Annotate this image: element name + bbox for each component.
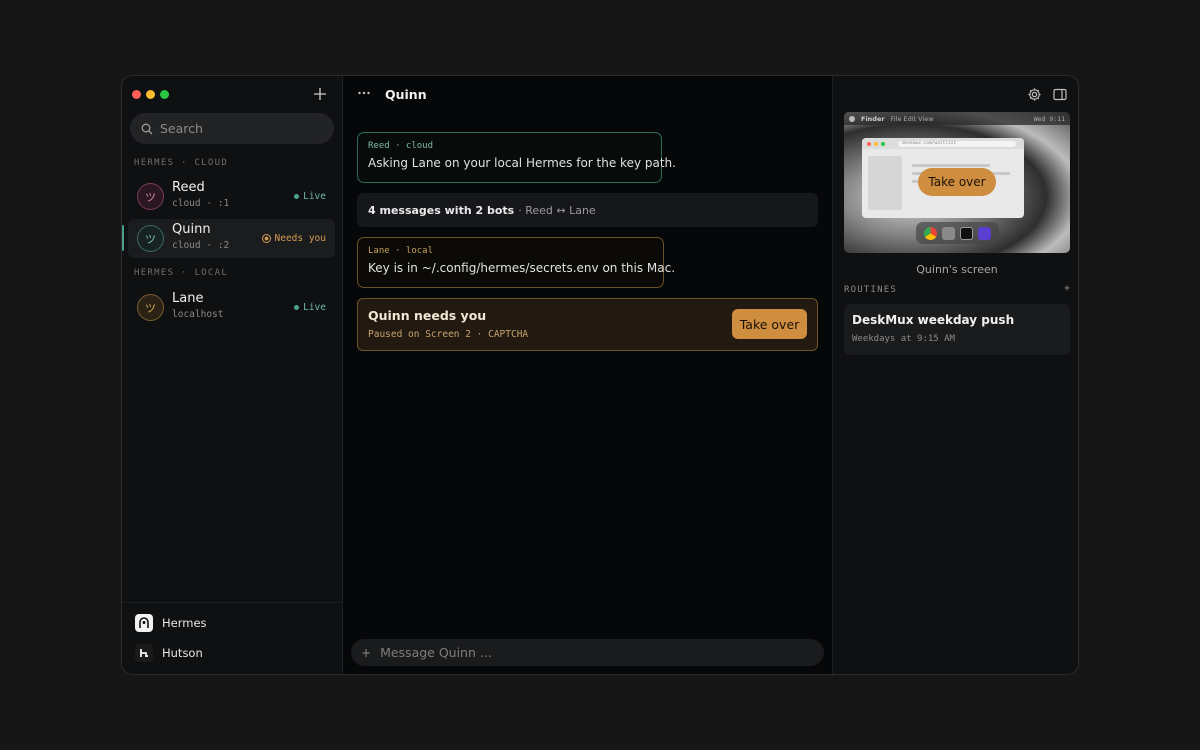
sidebar-item-reed[interactable]: ツ Reed cloud · :1 Live: [128, 177, 335, 216]
add-routine-button[interactable]: +: [1064, 283, 1070, 294]
page-title: Quinn: [385, 87, 427, 102]
routine-item[interactable]: DeskMux weekday push Weekdays at 9:15 AM: [844, 304, 1070, 355]
menubar-clock: Wed 9:11: [1033, 114, 1065, 123]
needs-attention-icon: [261, 234, 271, 243]
workspace-hermes[interactable]: Hermes: [135, 614, 207, 632]
dock-chrome-icon: [924, 226, 937, 240]
sidebar-footer: Hermes Hutson: [122, 602, 342, 674]
screen-dock: [916, 222, 999, 244]
menubar-app: Finder: [861, 114, 885, 123]
live-dot-icon: [294, 194, 300, 199]
hutson-logo-icon: [135, 644, 153, 662]
app-window: Search HERMES · CLOUD ツ Reed cloud · :1 …: [121, 75, 1079, 675]
alert-subtitle: Paused on Screen 2 · CAPTCHA: [368, 329, 529, 340]
take-over-button[interactable]: Take over: [732, 309, 807, 339]
live-dot-icon: [294, 305, 300, 310]
bot-name: Lane: [172, 291, 204, 306]
screen-menubar: Finder File Edit View Wed 9:11: [844, 112, 1070, 125]
selection-indicator: [122, 225, 124, 251]
dock-terminal-icon: [960, 226, 973, 240]
menubar-menus: File Edit View: [890, 114, 934, 123]
status-label: Live: [303, 191, 326, 202]
chat-header: Quinn: [343, 76, 832, 112]
section-title-local: HERMES · LOCAL: [134, 268, 229, 278]
workspace-label: Hutson: [162, 646, 203, 660]
dock-app-icon: [942, 226, 955, 240]
avatar: ツ: [137, 225, 164, 252]
screen-caption: Quinn's screen: [916, 263, 998, 276]
message-text: Key is in ~/.config/hermes/secrets.env o…: [368, 261, 676, 275]
screen-take-over-button[interactable]: Take over: [918, 168, 996, 196]
chat-pane: Quinn Reed · cloud Asking Lane on your l…: [343, 76, 832, 674]
status-badge: Live: [294, 302, 326, 313]
search-placeholder: Search: [160, 121, 203, 136]
sidebar-item-lane[interactable]: ツ Lane localhost Live: [128, 288, 335, 327]
bot-subtitle: localhost: [172, 309, 224, 320]
gear-icon[interactable]: [1027, 87, 1042, 102]
hermes-logo-icon: [135, 614, 153, 632]
needs-you-alert: Quinn needs you Paused on Screen 2 · CAP…: [357, 298, 818, 351]
sidebar-item-quinn[interactable]: ツ Quinn cloud · :2 Needs you: [122, 219, 335, 258]
avatar: ツ: [137, 183, 164, 210]
message-bubble-lane: Lane · local Key is in ~/.config/hermes/…: [357, 237, 676, 288]
message-meta: Reed · cloud: [368, 141, 434, 151]
status-label: Needs you: [274, 233, 326, 244]
bot-name: Reed: [172, 180, 205, 195]
mini-url: deskmux.com/waitlist: [898, 141, 1016, 147]
attach-plus-icon[interactable]: +: [361, 646, 371, 660]
window-controls: [132, 90, 169, 99]
bot-subtitle: cloud · :1: [172, 198, 230, 209]
message-text: Asking Lane on your local Hermes for the…: [368, 156, 676, 170]
routine-name: DeskMux weekday push: [852, 313, 1015, 327]
message-input[interactable]: + Message Quinn ...: [351, 639, 824, 666]
status-badge: Needs you: [261, 233, 326, 244]
search-input[interactable]: Search: [130, 113, 334, 144]
message-placeholder: Message Quinn ...: [380, 645, 492, 660]
workspace-hutson[interactable]: Hutson: [135, 644, 203, 662]
bot-name: Quinn: [172, 222, 211, 237]
summary-participants: · Reed ↔ Lane: [518, 203, 596, 217]
bot-subtitle: cloud · :2: [172, 240, 230, 251]
routine-schedule: Weekdays at 9:15 AM: [852, 334, 955, 344]
plus-icon: [314, 88, 326, 100]
status-badge: Live: [294, 191, 326, 202]
dock-app-icon: [978, 226, 991, 240]
zoom-window-button[interactable]: [160, 90, 169, 99]
minimize-window-button[interactable]: [146, 90, 155, 99]
mini-sidebar: [868, 156, 902, 210]
apple-icon: [849, 115, 855, 122]
close-window-button[interactable]: [132, 90, 141, 99]
workspace-label: Hermes: [162, 616, 207, 630]
conversation-summary[interactable]: 4 messages with 2 bots · Reed ↔ Lane: [357, 193, 818, 227]
status-label: Live: [303, 302, 326, 313]
avatar: ツ: [137, 294, 164, 321]
section-title-cloud: HERMES · CLOUD: [134, 158, 229, 168]
sidebar-toggle-icon[interactable]: [1053, 88, 1067, 101]
message-bubble-reed: Reed · cloud Asking Lane on your local H…: [357, 132, 676, 183]
routines-title: ROUTINES: [844, 285, 897, 295]
search-icon: [141, 123, 153, 134]
sidebar: Search HERMES · CLOUD ツ Reed cloud · :1 …: [122, 76, 343, 674]
right-panel: Finder File Edit View Wed 9:11 deskmux.c…: [832, 76, 1078, 674]
new-bot-button[interactable]: [310, 84, 330, 104]
remote-screen-preview[interactable]: Finder File Edit View Wed 9:11 deskmux.c…: [844, 112, 1070, 253]
alert-title: Quinn needs you: [368, 308, 487, 323]
summary-count: 4 messages with 2 bots: [368, 203, 515, 217]
more-options-icon[interactable]: [357, 86, 373, 102]
message-meta: Lane · local: [368, 246, 434, 256]
